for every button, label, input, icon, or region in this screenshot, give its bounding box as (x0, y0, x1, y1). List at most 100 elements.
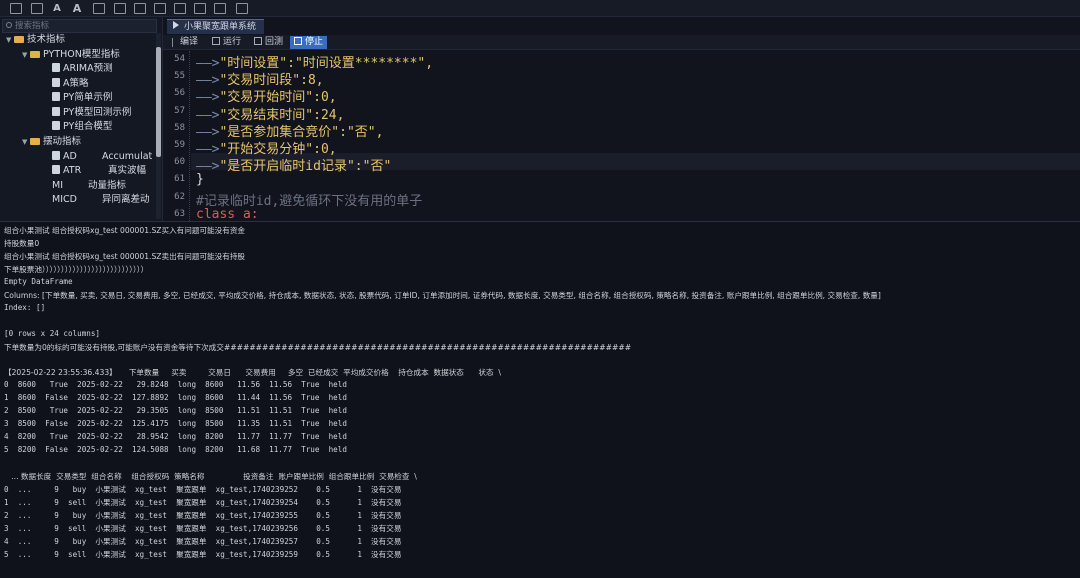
folder-icon (30, 51, 40, 58)
console-line: 4 8200 True 2025-02-22 28.9542 long 8200… (4, 432, 347, 442)
tree-item-mi[interactable]: MI 动量指标 (52, 179, 156, 193)
tree-desc: Accumulat (102, 151, 153, 162)
console-line: Columns: [下单数量, 买卖, 交易日, 交易费用, 多空, 已经成交,… (4, 290, 881, 300)
line-gutter: 54 55 56 57 58 59 60 61 62 63 (163, 51, 191, 221)
tree-item-arima[interactable]: ARIMA预测 (52, 62, 113, 76)
console-line: 下单股票池））））））））））））））））））））））））））） (4, 264, 149, 274)
code-editor: 小果聚宽跟单系统 | 编译 运行 回测 停止 54 55 56 57 58 59 60 61 62… (163, 17, 1080, 222)
console-line: [0 rows x 24 columns] (4, 328, 101, 338)
console-line: 1 ... 9 sell 小果测试 xg_test 聚宽跟单 xg_test,1… (4, 497, 402, 507)
console-line: 1 8600 False 2025-02-22 127.8892 long 86… (4, 393, 347, 403)
line-number: 57 (174, 105, 185, 116)
refresh-icon[interactable] (236, 3, 248, 14)
tree-item-a-strategy[interactable]: A策略 (52, 77, 89, 91)
code-line: ——>"交易时间段":8, (196, 69, 324, 88)
console-line: 组合小果测试 组合授权码xg_test 000001.SZ卖出有问题可能没有持股 (4, 251, 246, 261)
button-label: 停止 (305, 37, 324, 47)
stop-button[interactable]: 停止 (290, 36, 328, 49)
console-line: 组合小果测试 组合授权码xg_test 000001.SZ买入有问题可能没有资金 (4, 226, 246, 235)
expand-icon: ▼ (22, 51, 28, 59)
tree-item-micd[interactable]: MICD 异同离差动 (52, 193, 156, 203)
console-line: 下单数量为0的标的可能没有持股,可能账户没有资金等待下次成交##########… (4, 342, 632, 352)
file-icon (52, 63, 60, 72)
tree-label: 技术指标 (27, 34, 66, 45)
scrollbar-thumb[interactable] (156, 47, 161, 157)
code-text: } (196, 172, 204, 188)
toolbar: A A (0, 0, 1080, 17)
editor-tab[interactable]: 小果聚宽跟单系统 (167, 19, 265, 34)
tree-item-py-combo[interactable]: PY组合模型 (52, 120, 112, 134)
line-number: 56 (174, 88, 185, 99)
backtest-button[interactable]: 回测 (250, 36, 287, 49)
output-console[interactable]: 组合小果测试 组合授权码xg_test 000001.SZ买入有问题可能没有资金… (0, 221, 1080, 578)
line-number: 55 (174, 71, 185, 82)
search-input[interactable]: 搜索指标 (2, 19, 157, 33)
console-line: 5 8200 False 2025-02-22 124.5088 long 82… (4, 445, 347, 455)
tree-label: A策略 (63, 78, 89, 89)
tree-code: MI (52, 180, 63, 191)
open-icon[interactable] (154, 3, 166, 14)
file-icon (52, 151, 60, 160)
fold-guide (189, 51, 193, 221)
paste-icon[interactable] (194, 3, 206, 14)
code-text: class a: (196, 206, 259, 222)
save-icon[interactable] (114, 3, 126, 14)
run-button[interactable]: 运行 (208, 36, 245, 49)
backtest-icon (254, 37, 262, 45)
file-icon (52, 165, 60, 174)
file-icon (52, 78, 60, 87)
code-line: ——>"开始交易分钟":0, (196, 138, 337, 157)
console-line: 2 ... 9 buy 小果测试 xg_test 聚宽跟单 xg_test,17… (4, 510, 402, 520)
line-number: 54 (174, 54, 185, 64)
export-icon[interactable] (93, 3, 105, 14)
button-label: 编译 (180, 37, 199, 47)
code-line: ——>"交易开始时间":0, (196, 86, 337, 105)
file-icon (52, 92, 60, 101)
file-icon (52, 121, 60, 130)
line-number: 60 (174, 157, 185, 168)
console-line: 0 8600 True 2025-02-22 29.8248 long 8600… (4, 380, 347, 390)
search-icon (6, 22, 12, 28)
tree-item-py-simple[interactable]: PY简单示例 (52, 91, 112, 105)
search-placeholder: 搜索指标 (15, 21, 50, 31)
tree-item-atr[interactable]: ATR 真实波幅 (52, 164, 156, 178)
tree-label: PY简单示例 (63, 92, 113, 103)
console-line: 3 ... 9 sell 小果测试 xg_test 聚宽跟单 xg_test,1… (4, 523, 402, 533)
tree-label: PYTHON模型指标 (43, 49, 120, 60)
code-line: ——>"是否参加集合竞价":"否", (196, 121, 383, 140)
font-increase-icon[interactable]: A (71, 3, 83, 14)
tree-node-swing[interactable]: ▼ 摆动指标 (22, 135, 81, 149)
save-as-icon[interactable] (134, 3, 146, 14)
run-icon (212, 37, 220, 45)
font-decrease-icon[interactable]: A (51, 3, 63, 14)
tree-scrollbar[interactable] (156, 33, 161, 219)
doc-icon[interactable] (10, 3, 22, 14)
console-line: 4 ... 9 buy 小果测试 xg_test 聚宽跟单 xg_test,17… (4, 536, 402, 546)
tree-code: MICD (52, 194, 77, 203)
tree-node-root[interactable]: ▼ 技术指标 (6, 33, 65, 47)
tree-item-ad[interactable]: AD Accumulat (52, 150, 156, 164)
code-line: ——>"时间设置":"时间设置********", (196, 52, 433, 71)
console-line: Empty DataFrame (4, 276, 73, 286)
tree-code: ATR (63, 165, 82, 176)
file-icon (52, 107, 60, 116)
tree-desc: 真实波幅 (108, 165, 147, 176)
console-line: 5 ... 9 sell 小果测试 xg_test 聚宽跟单 xg_test,1… (4, 549, 402, 559)
tree-label: ARIMA预测 (63, 63, 113, 74)
tree-node-python[interactable]: ▼ PYTHON模型指标 (22, 48, 120, 62)
expand-icon: ▼ (22, 138, 28, 146)
import-icon[interactable] (214, 3, 226, 14)
folder-icon (30, 138, 40, 145)
tree-label: PY模型回测示例 (63, 107, 132, 118)
expand-icon: ▼ (6, 36, 12, 44)
line-number: 62 (174, 191, 185, 202)
line-number: 61 (174, 174, 185, 185)
copy-icon[interactable] (174, 3, 186, 14)
line-number: 58 (174, 122, 185, 133)
doc2-icon[interactable] (31, 3, 43, 14)
code-line: } (196, 172, 204, 187)
tree-code: AD (63, 151, 77, 162)
compile-button[interactable]: | 编译 (167, 36, 202, 49)
tree-item-py-backtest[interactable]: PY模型回测示例 (52, 106, 131, 120)
play-icon (173, 21, 179, 29)
